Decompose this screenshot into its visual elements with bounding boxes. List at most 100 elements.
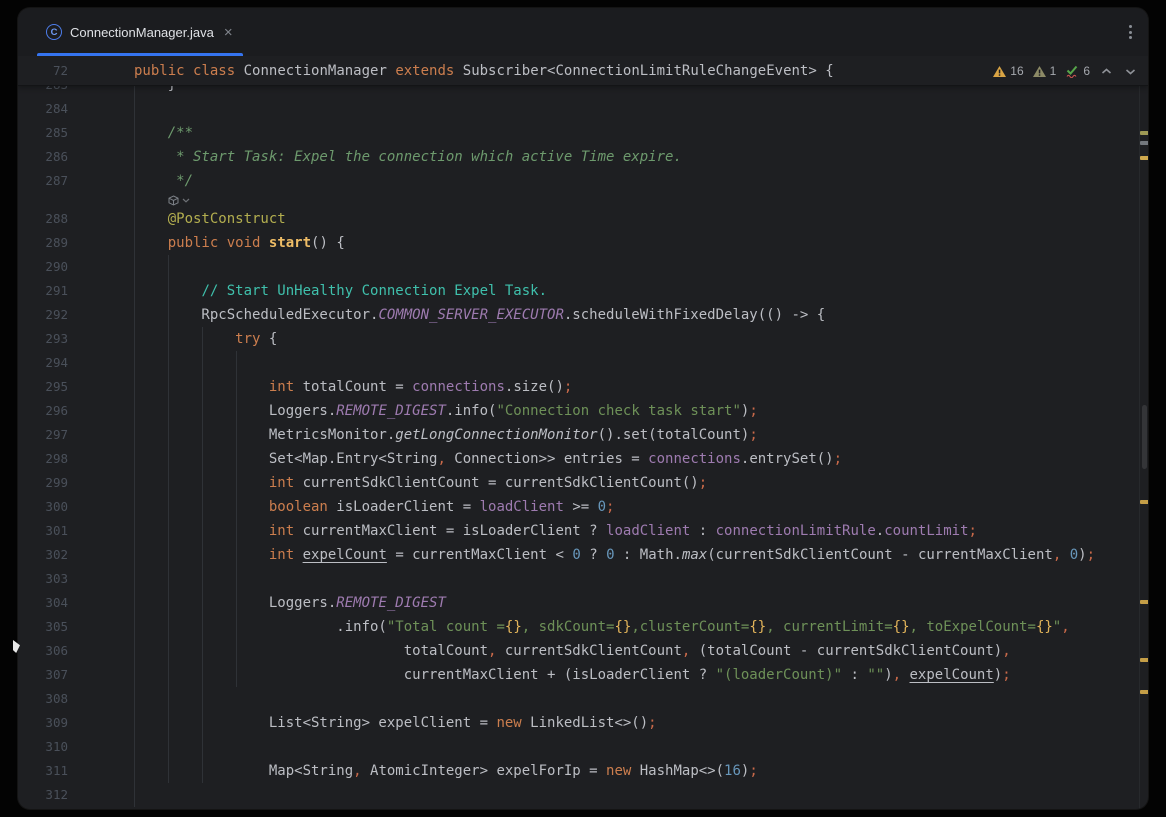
code-text: try { — [134, 327, 277, 351]
code-text: // Start UnHealthy Connection Expel Task… — [134, 279, 547, 303]
stripe-warning-mark[interactable] — [1140, 690, 1148, 694]
line-number[interactable]: 312 — [18, 783, 68, 807]
line-number[interactable]: 311 — [18, 759, 68, 783]
line-number[interactable]: 296 — [18, 399, 68, 423]
code-line[interactable]: 304 Loggers.REMOTE_DIGEST — [18, 591, 1139, 615]
code-text: * Start Task: Expel the connection which… — [134, 145, 682, 169]
typo-icon — [1065, 65, 1079, 78]
sticky-line-number: 72 — [18, 56, 68, 86]
code-text: RpcScheduledExecutor.COMMON_SERVER_EXECU… — [134, 303, 825, 327]
line-number[interactable]: 284 — [18, 97, 68, 121]
stripe-warning-mark[interactable] — [1140, 156, 1148, 160]
line-number[interactable]: 290 — [18, 255, 68, 279]
code-line[interactable]: 312 — [18, 783, 1139, 807]
code-text: int totalCount = connections.size(); — [134, 375, 572, 399]
line-number[interactable]: 302 — [18, 543, 68, 567]
code-line[interactable]: 294 — [18, 351, 1139, 375]
code-line[interactable]: 285 /** — [18, 121, 1139, 145]
line-number[interactable]: 287 — [18, 169, 68, 193]
line-number[interactable] — [18, 193, 68, 207]
line-number[interactable]: 291 — [18, 279, 68, 303]
warning-count: 16 — [1010, 64, 1023, 78]
code-line[interactable]: 295 int totalCount = connections.size(); — [18, 375, 1139, 399]
code-line[interactable]: 293 try { — [18, 327, 1139, 351]
code-line[interactable]: 307 currentMaxClient + (isLoaderClient ?… — [18, 663, 1139, 687]
code-line[interactable]: 302 int expelCount = currentMaxClient < … — [18, 543, 1139, 567]
line-number[interactable]: 310 — [18, 735, 68, 759]
line-number[interactable]: 293 — [18, 327, 68, 351]
code-line[interactable]: 291 // Start UnHealthy Connection Expel … — [18, 279, 1139, 303]
bean-inlay-icon[interactable] — [168, 195, 179, 206]
code-text: /** — [134, 121, 193, 145]
inlay-hint[interactable] — [134, 193, 190, 207]
code-line[interactable]: 306 totalCount, currentSdkClientCount, (… — [18, 639, 1139, 663]
code-line[interactable]: 286 * Start Task: Expel the connection w… — [18, 145, 1139, 169]
code-line[interactable]: 305 .info("Total count ={}, sdkCount={},… — [18, 615, 1139, 639]
code-line[interactable]: 292 RpcScheduledExecutor.COMMON_SERVER_E… — [18, 303, 1139, 327]
code-text: */ — [134, 169, 193, 193]
code-lines[interactable]: 283 }284285 /**286 * Start Task: Expel t… — [18, 73, 1139, 807]
line-number[interactable]: 299 — [18, 471, 68, 495]
sticky-header-line[interactable]: 72 public class ConnectionManager extend… — [18, 56, 1148, 86]
line-number[interactable]: 304 — [18, 591, 68, 615]
line-number[interactable]: 301 — [18, 519, 68, 543]
line-number[interactable]: 308 — [18, 687, 68, 711]
line-number[interactable]: 303 — [18, 567, 68, 591]
line-number[interactable]: 306 — [18, 639, 68, 663]
line-number[interactable]: 292 — [18, 303, 68, 327]
previous-problem-chevron-up-icon[interactable] — [1099, 66, 1114, 77]
code-line[interactable]: 309 List<String> expelClient = new Linke… — [18, 711, 1139, 735]
line-number[interactable]: 307 — [18, 663, 68, 687]
code-line[interactable]: 287 */ — [18, 169, 1139, 193]
code-line[interactable]: 308 — [18, 687, 1139, 711]
stripe-warning-mark[interactable] — [1140, 600, 1148, 604]
line-number[interactable]: 300 — [18, 495, 68, 519]
code-line[interactable]: 290 — [18, 255, 1139, 279]
next-problem-chevron-down-icon[interactable] — [1123, 66, 1138, 77]
weak-warning-indicator[interactable]: 1 — [1033, 64, 1057, 78]
line-number[interactable]: 297 — [18, 423, 68, 447]
code-line[interactable]: 310 — [18, 735, 1139, 759]
code-editor[interactable]: 283 }284285 /**286 * Start Task: Expel t… — [18, 8, 1148, 809]
code-line[interactable]: 288 @PostConstruct — [18, 207, 1139, 231]
scrollbar-track-line — [1139, 56, 1140, 809]
active-tab-underline — [37, 53, 243, 56]
code-line[interactable]: 303 — [18, 567, 1139, 591]
tab-connectionmanager-java[interactable]: C ConnectionManager.java × — [37, 8, 243, 56]
tab-close-icon[interactable]: × — [224, 25, 233, 40]
code-line[interactable]: 298 Set<Map.Entry<String, Connection>> e… — [18, 447, 1139, 471]
code-line[interactable]: 311 Map<String, AtomicInteger> expelForI… — [18, 759, 1139, 783]
line-number[interactable]: 285 — [18, 121, 68, 145]
line-number[interactable]: 295 — [18, 375, 68, 399]
inlay-chevron-down-icon[interactable] — [182, 198, 190, 203]
code-line[interactable]: 300 boolean isLoaderClient = loadClient … — [18, 495, 1139, 519]
stripe-warning-mark[interactable] — [1140, 141, 1148, 145]
stripe-warning-mark[interactable] — [1140, 500, 1148, 504]
code-text: MetricsMonitor.getLongConnectionMonitor(… — [134, 423, 758, 447]
scrollbar-thumb[interactable] — [1142, 405, 1147, 469]
code-line[interactable]: 297 MetricsMonitor.getLongConnectionMoni… — [18, 423, 1139, 447]
line-number[interactable]: 294 — [18, 351, 68, 375]
code-line[interactable]: 289 public void start() { — [18, 231, 1139, 255]
code-text: public void start() { — [134, 231, 345, 255]
code-text: Map<String, AtomicInteger> expelForIp = … — [134, 759, 758, 783]
code-line[interactable]: 299 int currentSdkClientCount = currentS… — [18, 471, 1139, 495]
line-number[interactable]: 289 — [18, 231, 68, 255]
warning-indicator[interactable]: 16 — [993, 64, 1023, 78]
code-text: .info("Total count ={}, sdkCount={},clus… — [134, 615, 1070, 639]
code-text: List<String> expelClient = new LinkedLis… — [134, 711, 657, 735]
stripe-warning-mark[interactable] — [1140, 658, 1148, 662]
typo-indicator[interactable]: 6 — [1065, 64, 1090, 78]
code-line[interactable]: 301 int currentMaxClient = isLoaderClien… — [18, 519, 1139, 543]
line-number[interactable]: 286 — [18, 145, 68, 169]
more-options-icon[interactable] — [1127, 23, 1134, 41]
line-number[interactable]: 305 — [18, 615, 68, 639]
stripe-warning-mark[interactable] — [1140, 131, 1148, 135]
line-number[interactable]: 298 — [18, 447, 68, 471]
code-line[interactable]: 284 — [18, 97, 1139, 121]
line-number[interactable]: 288 — [18, 207, 68, 231]
code-line[interactable]: 296 Loggers.REMOTE_DIGEST.info("Connecti… — [18, 399, 1139, 423]
line-number[interactable]: 309 — [18, 711, 68, 735]
weak-warning-icon — [1033, 66, 1046, 77]
inlay-hint-row[interactable] — [18, 193, 1139, 207]
